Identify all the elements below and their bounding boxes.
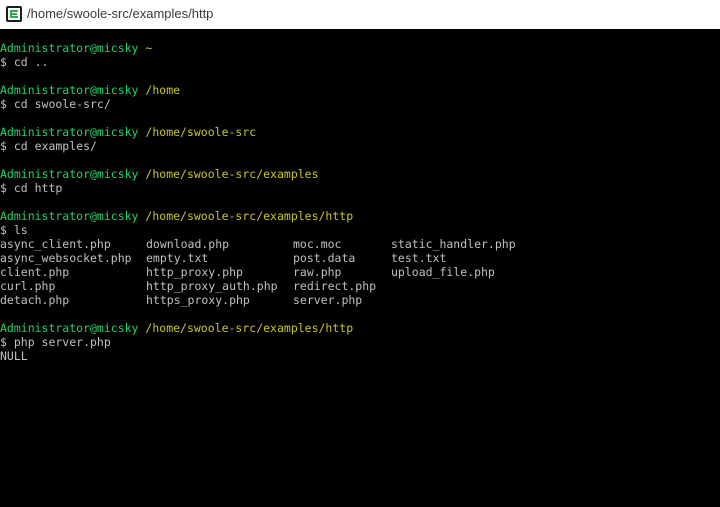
- prompt-path: /home/swoole-src/examples/http: [145, 209, 354, 223]
- command-text: $ cd ..: [0, 55, 49, 69]
- ls-file: moc.moc: [293, 237, 342, 251]
- prompt-user: Administrator@micsky: [0, 167, 139, 181]
- ls-file: https_proxy.php: [146, 293, 250, 307]
- prompt-user: Administrator@micsky: [0, 41, 139, 55]
- terminal-output[interactable]: Administrator@micsky ~ $ cd .. Administrat…: [0, 41, 720, 507]
- ls-file: static_handler.php: [391, 237, 516, 251]
- command-line: $ cd http: [0, 181, 720, 195]
- prompt-path: /home/swoole-src: [145, 125, 257, 139]
- program-output: NULL: [0, 349, 28, 363]
- prompt-path: /home/swoole-src/examples/http: [145, 321, 354, 335]
- command-line: $ ls: [0, 223, 720, 237]
- prompt-path: ~: [145, 41, 153, 55]
- prompt-line: Administrator@micsky ~: [0, 41, 720, 55]
- command-line: $ php server.php: [0, 335, 720, 349]
- command-text: $ cd examples/: [0, 139, 97, 153]
- ls-row: async_websocket.php empty.txt post.data tes…: [0, 251, 720, 265]
- ls-file: detach.php: [0, 293, 70, 307]
- ls-file: client.php: [0, 265, 70, 279]
- prompt-user: Administrator@micsky: [0, 209, 139, 223]
- ls-file: http_proxy.php: [146, 265, 243, 279]
- command-text: $ php server.php: [0, 335, 111, 349]
- prompt-line: Administrator@micsky /home/swoole-src/ex…: [0, 209, 720, 223]
- ls-file: post.data: [293, 251, 356, 265]
- ls-file: upload_file.php: [391, 265, 495, 279]
- command-line: $ cd examples/: [0, 139, 720, 153]
- prompt-user: Administrator@micsky: [0, 83, 139, 97]
- title-bar[interactable]: /home/swoole-src/examples/http: [0, 0, 720, 29]
- command-text: $ cd swoole-src/: [0, 97, 111, 111]
- ls-file: raw.php: [293, 265, 342, 279]
- prompt-line: Administrator@micsky /home/swoole-src/ex…: [0, 321, 720, 335]
- prompt-line: Administrator@micsky /home/swoole-src: [0, 125, 720, 139]
- ls-file: curl.php: [0, 279, 56, 293]
- prompt-path: /home/swoole-src/examples: [145, 167, 319, 181]
- command-line: $ cd swoole-src/: [0, 97, 720, 111]
- terminal-app-icon: [6, 6, 22, 22]
- ls-row: curl.php http_proxy_auth.php redirect.php: [0, 279, 720, 293]
- prompt-user: Administrator@micsky: [0, 321, 139, 335]
- ls-file: http_proxy_auth.php: [146, 279, 278, 293]
- command-line: $ cd ..: [0, 55, 720, 69]
- prompt-path: /home: [145, 83, 181, 97]
- ls-row: async_client.php download.php moc.moc stati…: [0, 237, 720, 251]
- prompt-line: Administrator@micsky /home: [0, 83, 720, 97]
- command-text: $ ls: [0, 223, 28, 237]
- ls-file: async_client.php: [0, 237, 111, 251]
- command-text: $ cd http: [0, 181, 63, 195]
- ls-file: redirect.php: [293, 279, 377, 293]
- terminal-window: /home/swoole-src/examples/http Administr…: [0, 0, 720, 507]
- ls-file: server.php: [293, 293, 363, 307]
- prompt-user: Administrator@micsky: [0, 125, 139, 139]
- ls-file: test.txt: [391, 251, 447, 265]
- prompt-line: Administrator@micsky /home/swoole-src/ex…: [0, 167, 720, 181]
- ls-file: async_websocket.php: [0, 251, 132, 265]
- window-title: /home/swoole-src/examples/http: [27, 6, 214, 21]
- ls-row: detach.php https_proxy.php server.php: [0, 293, 720, 307]
- ls-file: download.php: [146, 237, 230, 251]
- ls-row: client.php http_proxy.php raw.php upload_fi…: [0, 265, 720, 279]
- ls-file: empty.txt: [146, 251, 209, 265]
